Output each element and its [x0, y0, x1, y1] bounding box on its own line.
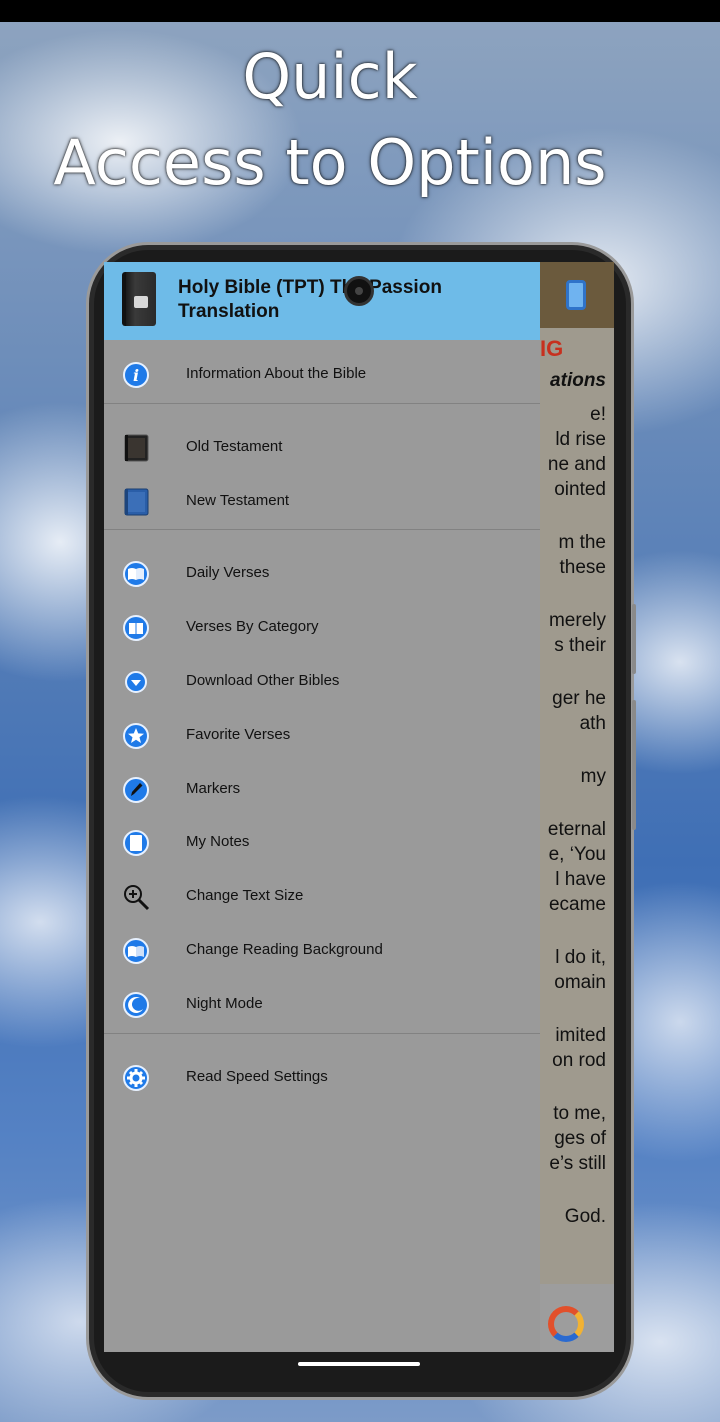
star-icon: [122, 722, 150, 750]
reader-line: ointed: [554, 479, 606, 500]
menu-item-change-text-size[interactable]: Change Text Size: [104, 870, 540, 924]
menu-divider: [104, 529, 540, 531]
zoom-in-icon: [122, 883, 150, 911]
notes-icon: [122, 829, 150, 857]
menu-item-favorite-verses[interactable]: Favorite Verses: [104, 709, 540, 763]
menu-item-label: Favorite Verses: [186, 725, 291, 743]
reader-text: e! ld rise ne and ointed m the these merely s t…: [540, 402, 606, 1229]
menu-item-my-notes[interactable]: My Notes: [104, 816, 540, 870]
reader-line: ecame: [548, 894, 606, 915]
menu-item-download-other-bibles[interactable]: Download Other Bibles: [104, 655, 540, 709]
menu-item-old-testament[interactable]: Old Testament: [104, 421, 540, 475]
menu-divider: [104, 1032, 540, 1034]
reader-line: on rod: [552, 1050, 606, 1071]
menu-item-label: Night Mode: [186, 994, 263, 1012]
info-icon: i: [122, 361, 150, 389]
home-indicator[interactable]: [298, 1362, 420, 1366]
bible-book-icon: [122, 272, 156, 326]
menu-item-label: Markers: [186, 779, 241, 797]
drawer-header: Holy Bible (TPT) The Passion Translation: [104, 262, 540, 340]
menu-item-label: Change Text Size: [186, 887, 304, 905]
menu-item-change-reading-background[interactable]: Change Reading Background: [104, 924, 540, 978]
new-testament-book-icon: [122, 488, 150, 516]
menu-item-label: New Testament: [186, 491, 290, 509]
menu-item-read-speed-settings[interactable]: Read Speed Settings: [104, 1051, 540, 1105]
reader-line: ges of: [554, 1128, 606, 1149]
phone-screen: IG ations e! ld rise ne and ointed m the thes…: [104, 262, 614, 1352]
reader-line: eternal: [547, 819, 606, 840]
reader-line: imited: [555, 1025, 606, 1046]
menu-item-label: Download Other Bibles: [186, 672, 340, 689]
reader-line: l do it,: [555, 947, 606, 968]
menu-item-markers[interactable]: Markers: [104, 763, 540, 817]
menu-item-verses-by-category[interactable]: Verses By Category: [104, 601, 540, 655]
reader-line: s their: [554, 635, 606, 656]
reader-line: these: [559, 557, 606, 578]
reader-line: to me,: [553, 1103, 606, 1124]
reader-line: omain: [554, 972, 606, 993]
menu-item-label: Change Reading Background: [186, 941, 383, 958]
menu-item-new-testament[interactable]: New Testament: [104, 475, 540, 529]
reader-line: ath: [579, 713, 606, 734]
open-book-icon: [122, 560, 150, 588]
phone-volume-button: [632, 700, 636, 830]
reader-line: e, ‘You: [548, 844, 606, 865]
reader-line: l have: [555, 869, 606, 890]
pen-icon: [122, 776, 150, 804]
menu-item-label: Read Speed Settings: [186, 1067, 328, 1085]
reader-line: m the: [558, 532, 606, 553]
menu-item-daily-verses[interactable]: Daily Verses: [104, 547, 540, 601]
reader-line: ne and: [547, 454, 606, 475]
speed-settings-icon: [122, 1064, 150, 1092]
menu-item-label: Information About the Bible: [186, 365, 367, 382]
phone-side-button: [632, 604, 636, 674]
menu-divider: [104, 402, 540, 404]
reading-background-icon: [122, 937, 150, 965]
reader-line: merely: [548, 610, 606, 631]
reader-line: ger he: [552, 688, 606, 709]
moon-icon: [122, 991, 150, 1019]
reader-line: ld rise: [555, 429, 606, 450]
old-testament-book-icon: [122, 434, 150, 462]
navigation-drawer: Holy Bible (TPT) The Passion Translation…: [104, 262, 540, 1352]
reader-line: my: [580, 766, 606, 787]
phone-icon[interactable]: [566, 280, 586, 310]
book-category-icon: [122, 614, 150, 642]
promo-title-line-2: Access to Options: [53, 126, 607, 199]
svg-text:i: i: [133, 366, 139, 385]
reader-heading: IG: [540, 336, 564, 361]
promo-title-line-1: Quick: [242, 40, 418, 113]
reader-toolbar: [540, 262, 614, 328]
menu-item-night-mode[interactable]: Night Mode: [104, 978, 540, 1032]
menu-item-label: My Notes: [186, 833, 250, 851]
menu-item-label: Daily Verses: [186, 564, 270, 582]
reader-line: e’s still: [549, 1153, 606, 1174]
reader-subheading: ations: [550, 370, 606, 391]
reader-line: e!: [590, 404, 606, 425]
reader-ad-bar: [540, 1284, 614, 1352]
menu-item-label: Verses By Category: [186, 618, 319, 636]
menu-item-information-about-the-bible[interactable]: i Information About the Bible: [104, 348, 540, 402]
ad-logo-icon[interactable]: [548, 1306, 584, 1342]
reader-page: IG ations e! ld rise ne and ointed m the thes…: [540, 262, 614, 1352]
reader-line: God.: [564, 1206, 606, 1227]
menu-item-label: Old Testament: [186, 437, 283, 455]
download-icon: [122, 668, 150, 696]
front-camera: [344, 276, 374, 306]
